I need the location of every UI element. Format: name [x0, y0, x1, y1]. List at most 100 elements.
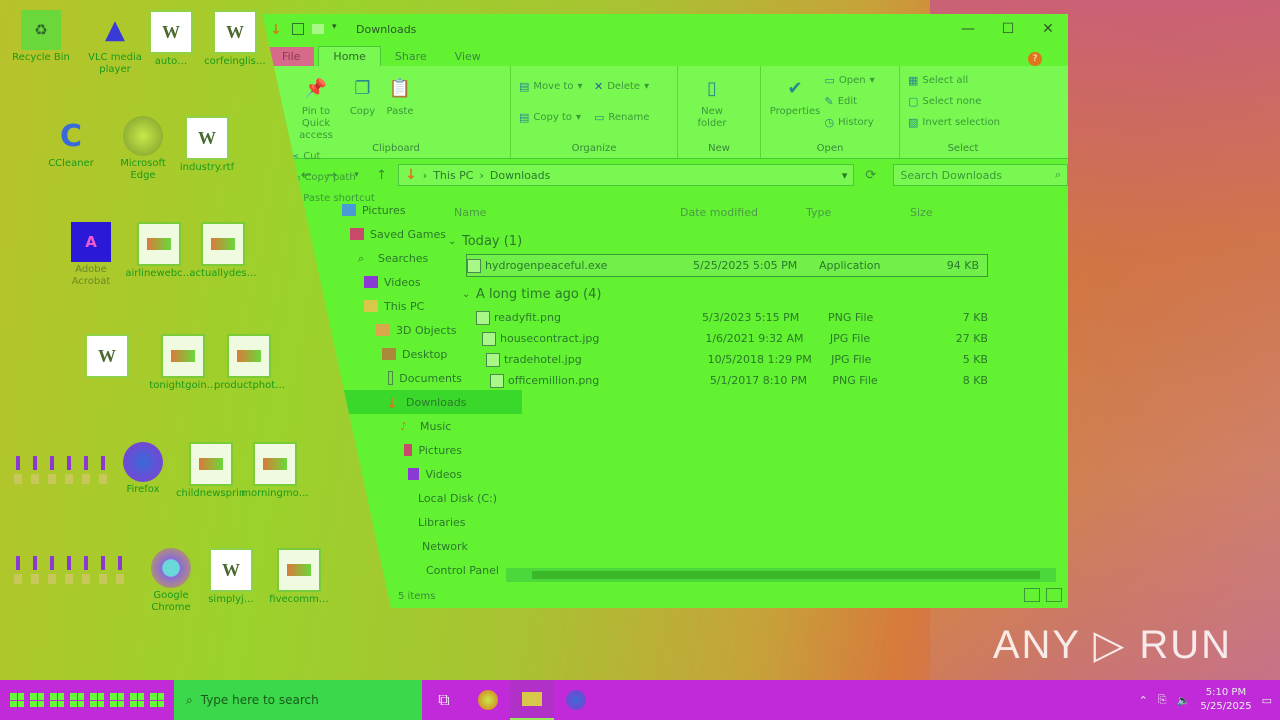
delete-button[interactable]: ✕ Delete ▾ — [594, 80, 649, 93]
tab-share[interactable]: Share — [381, 47, 441, 66]
minimize-button[interactable]: — — [948, 21, 988, 37]
desktop-icon-png-airline[interactable]: airlinewebc… — [124, 222, 194, 280]
nav-item-videos[interactable]: Videos — [342, 270, 462, 294]
file-row[interactable]: housecontract.jpg 1/6/2021 9:32 AM JPG F… — [482, 328, 988, 349]
large-icons-view-icon[interactable] — [1046, 588, 1062, 602]
desktop-icon-doc-corfeinglis[interactable]: W corfeinglis… — [200, 10, 270, 68]
file-row[interactable]: hydrogenpeaceful.exe 5/25/2025 5:05 PM A… — [466, 254, 988, 277]
desktop-icon-firefox[interactable]: Firefox — [108, 442, 178, 496]
select-none-button[interactable]: ▢ Select none — [908, 95, 1000, 108]
tab-file[interactable]: File — [268, 47, 315, 66]
column-name[interactable]: Name — [448, 206, 680, 219]
desktop-icon-png-actually[interactable]: actuallydes… — [188, 222, 258, 280]
firefox-icon — [123, 442, 163, 482]
organize-group-label: Organize — [571, 143, 617, 154]
move-to-button[interactable]: ▤ Move to ▾ — [519, 80, 582, 93]
details-view-icon[interactable] — [1024, 588, 1040, 602]
qa-dropdown-icon[interactable]: ▾ — [332, 22, 346, 36]
address-dropdown-icon[interactable]: ▾ — [842, 169, 848, 182]
nav-item-documents[interactable]: Documents — [342, 366, 462, 390]
windows-start-icon[interactable] — [10, 693, 24, 707]
nav-item-pictures[interactable]: Pictures — [342, 198, 462, 222]
edge-taskbar-icon[interactable] — [466, 680, 510, 720]
open-button[interactable]: ▭ Open ▾ — [825, 74, 875, 87]
copy-button[interactable]: ❐ Copy — [346, 76, 380, 118]
paste-button[interactable]: 📋 Paste — [383, 76, 417, 118]
taskbar: ⌕ Type here to search ⧉ ⌃ ⎘ 🔈 5:10 PM 5/… — [0, 680, 1280, 720]
nav-item-saved-games[interactable]: Saved Games — [342, 222, 462, 246]
file-row[interactable]: readyfit.png 5/3/2023 5:15 PM PNG File 7… — [476, 307, 988, 328]
nav-item-3d-objects[interactable]: 3D Objects — [342, 318, 462, 342]
properties-check-icon: ✔ — [787, 78, 803, 99]
desktop-icon-doc-auto[interactable]: W auto… — [136, 10, 206, 68]
desktop-icon-png-childnews[interactable]: childnewsprin… — [176, 442, 246, 500]
properties-button[interactable]: ✔ Properties — [769, 76, 821, 118]
windows-logo-icon — [130, 693, 144, 707]
breadcrumb-downloads[interactable]: Downloads — [490, 169, 550, 182]
nav-item-desktop[interactable]: Desktop — [342, 342, 462, 366]
maximize-button[interactable]: ☐ — [988, 21, 1028, 37]
edit-button[interactable]: ✎ Edit — [825, 95, 875, 108]
file-type: Application — [819, 259, 881, 272]
desktop-icon-png-fivecomm[interactable]: fivecomm… — [264, 548, 334, 606]
column-size[interactable]: Size — [910, 206, 970, 219]
tab-view[interactable]: View — [441, 47, 495, 66]
rename-button[interactable]: ▭ Rename — [594, 111, 649, 124]
properties-qa-icon[interactable] — [292, 23, 304, 35]
open-group-label: Open — [816, 143, 844, 154]
file-explorer-taskbar-icon[interactable] — [510, 680, 554, 720]
file-row[interactable]: officemillion.png 5/1/2017 8:10 PM PNG F… — [490, 370, 988, 391]
file-row[interactable]: tradehotel.jpg 10/5/2018 1:29 PM JPG Fil… — [486, 349, 988, 370]
desktop-icon-doc-industry[interactable]: W industry.rtf — [172, 116, 242, 174]
up-arrow-icon[interactable]: ↑ — [373, 168, 390, 183]
png-file-icon — [161, 334, 205, 378]
chevron-up-icon[interactable]: ⌃ — [1139, 694, 1148, 707]
select-all-button[interactable]: ▦ Select all — [908, 74, 1000, 87]
refresh-icon[interactable]: ⟳ — [862, 168, 879, 183]
firefox-taskbar-icon[interactable] — [554, 680, 598, 720]
horizontal-scrollbar[interactable] — [506, 568, 1056, 582]
taskbar-search-box[interactable]: ⌕ Type here to search — [174, 680, 422, 720]
pin-quick-access-button[interactable]: 📌 Pin to Quick access — [290, 76, 342, 142]
nav-item-pictures-2[interactable]: Pictures — [342, 438, 462, 462]
desktop-icon-edge[interactable]: Microsoft Edge — [108, 116, 178, 182]
desktop-icon-ccleaner[interactable]: C CCleaner — [36, 116, 106, 170]
desktop-icon-recycle-bin[interactable]: ♻ Recycle Bin — [6, 10, 76, 64]
close-button[interactable]: ✕ — [1028, 21, 1068, 37]
history-button[interactable]: ◷ History — [825, 116, 875, 129]
scrollbar-thumb[interactable] — [532, 571, 1040, 579]
task-view-icon[interactable]: ⧉ — [422, 680, 466, 720]
column-date-modified[interactable]: Date modified — [680, 206, 806, 219]
address-path[interactable]: ↓ › This PC › Downloads ▾ — [398, 164, 855, 186]
copy-to-button[interactable]: ▤ Copy to ▾ — [519, 111, 582, 124]
new-folder-qa-icon[interactable] — [312, 24, 324, 34]
desktop-icon-acrobat[interactable]: A Adobe Acrobat — [56, 222, 126, 288]
desktop-icon-png-product[interactable]: productphot… — [214, 334, 284, 392]
file-size: 27 KB — [955, 332, 988, 345]
help-icon[interactable]: ? — [1028, 52, 1042, 66]
group-header-long-ago[interactable]: ⌄ A long time ago (4) — [462, 281, 988, 307]
desktop-icon-png-morning[interactable]: morningmo… — [240, 442, 310, 500]
new-folder-button[interactable]: ▯ New folder — [686, 76, 738, 130]
volume-icon[interactable]: 🔈 — [1177, 694, 1191, 707]
network-tray-icon[interactable]: ⎘ — [1158, 693, 1167, 707]
nav-item-searches[interactable]: ⌕ Searches — [342, 246, 462, 270]
tab-home[interactable]: Home — [318, 46, 381, 66]
desktop-icon-doc-simplyj[interactable]: W simplyj… — [196, 548, 266, 606]
nav-item-music[interactable]: ♪ Music — [342, 414, 462, 438]
clock[interactable]: 5:10 PM 5/25/2025 — [1200, 686, 1251, 714]
nav-item-downloads[interactable]: ↓ Downloads — [334, 390, 522, 414]
breadcrumb-this-pc[interactable]: This PC — [433, 169, 473, 182]
notifications-icon[interactable]: ▭ — [1262, 694, 1272, 707]
search-input[interactable]: Search Downloads ⌕ — [893, 164, 1068, 186]
desktop-icon-doc-unnamed[interactable]: W — [72, 334, 142, 380]
copy-path-button[interactable]: ▭ Copy path — [290, 171, 375, 184]
videos-icon — [408, 468, 420, 480]
column-type[interactable]: Type — [806, 206, 910, 219]
invert-selection-button[interactable]: ▧ Invert selection — [908, 116, 1000, 129]
3d-objects-icon — [376, 324, 390, 336]
group-header-today[interactable]: ⌄ Today (1) — [448, 228, 988, 254]
desktop-icon-png-tonight[interactable]: tonightgoin… — [148, 334, 218, 392]
nav-item-this-pc[interactable]: This PC — [342, 294, 462, 318]
windows-logo-icon — [50, 693, 64, 707]
